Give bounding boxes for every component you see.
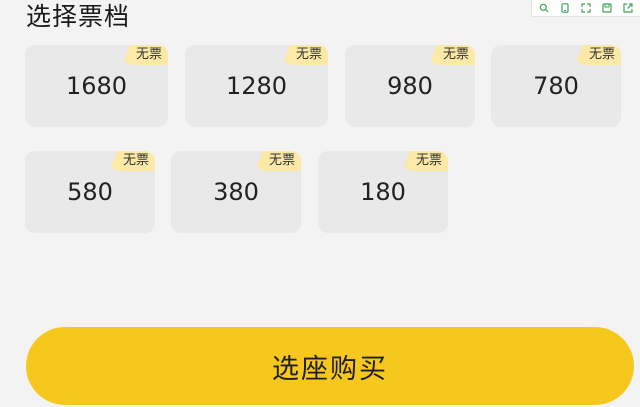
- ticket-price: 980: [387, 72, 433, 100]
- ticket-price: 780: [533, 72, 579, 100]
- floating-toolbar: [531, 0, 640, 17]
- ticket-option-180[interactable]: 无票 180: [318, 151, 448, 233]
- sold-out-badge: 无票: [281, 45, 328, 65]
- ticket-price: 580: [67, 178, 113, 206]
- buy-seat-button[interactable]: 选座购买: [26, 327, 634, 405]
- expand-icon[interactable]: [577, 0, 595, 16]
- sold-out-badge: 无票: [254, 151, 301, 171]
- sold-out-badge: 无票: [108, 151, 155, 171]
- ticket-price: 1280: [225, 72, 288, 100]
- ticket-price: 380: [213, 178, 259, 206]
- ticket-option-580[interactable]: 无票 580: [25, 151, 155, 233]
- sold-out-badge: 无票: [574, 45, 621, 65]
- export-icon[interactable]: [619, 0, 637, 16]
- ticket-option-980[interactable]: 无票 980: [345, 45, 475, 127]
- ticket-option-1680[interactable]: 无票 1680: [25, 45, 168, 127]
- save-icon[interactable]: [598, 0, 616, 16]
- sold-out-badge: 无票: [401, 151, 448, 171]
- ticket-option-380[interactable]: 无票 380: [171, 151, 301, 233]
- search-icon[interactable]: [535, 0, 553, 16]
- ticket-price: 180: [360, 178, 406, 206]
- sold-out-badge: 无票: [428, 45, 475, 65]
- sold-out-badge: 无票: [121, 45, 168, 65]
- page-title: 选择票档: [26, 2, 131, 31]
- ticket-option-1280[interactable]: 无票 1280: [185, 45, 328, 127]
- ticket-option-780[interactable]: 无票 780: [491, 45, 621, 127]
- device-icon[interactable]: [556, 0, 574, 16]
- ticket-price: 1680: [65, 72, 128, 100]
